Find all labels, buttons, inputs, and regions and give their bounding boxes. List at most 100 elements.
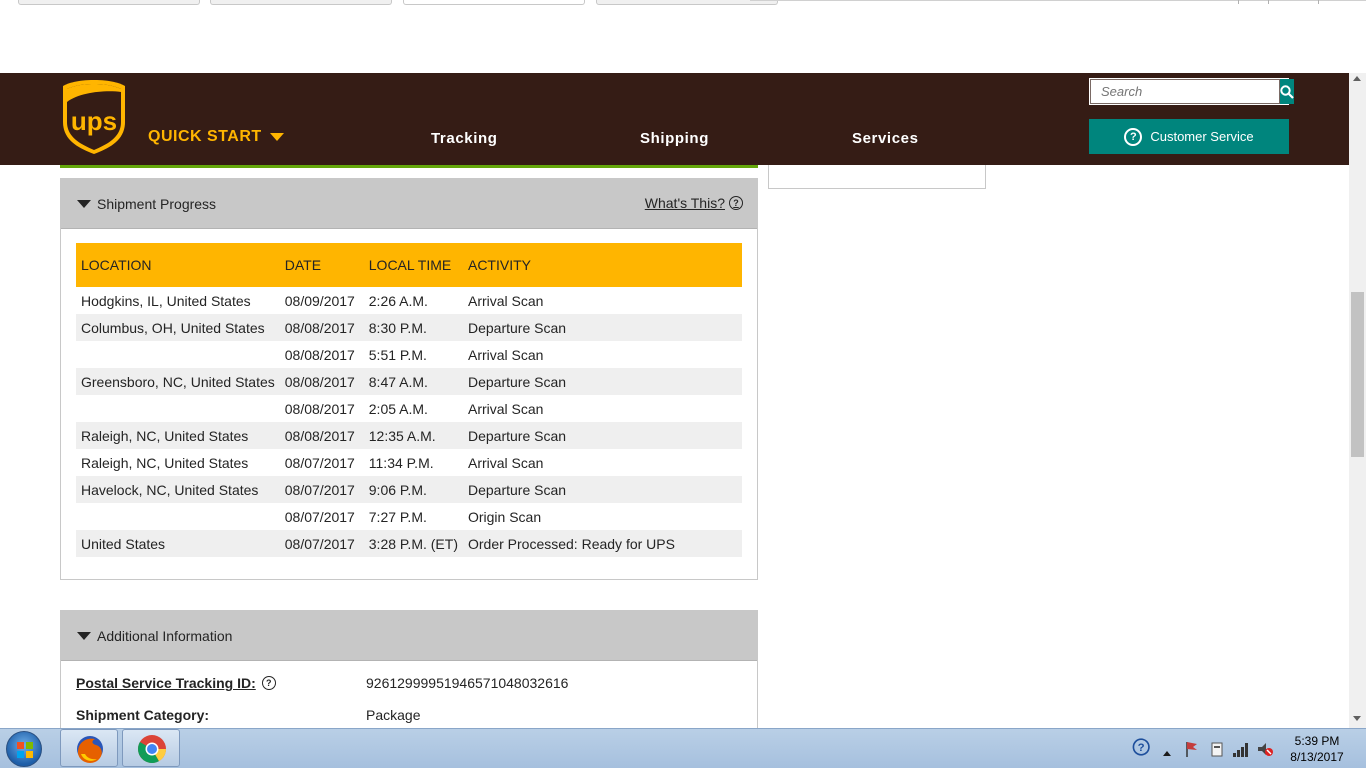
cell-date: 08/08/2017	[279, 368, 364, 395]
network-signal-icon[interactable]	[1232, 740, 1250, 758]
table-row: Raleigh, NC, United States 08/08/2017 12…	[76, 422, 742, 449]
browser-tab[interactable]	[210, 0, 392, 5]
nav-tracking[interactable]: Tracking	[431, 130, 498, 147]
scroll-up-arrow-icon[interactable]	[1353, 76, 1361, 81]
taskbar-firefox-button[interactable]	[60, 729, 118, 767]
cell-date: 08/07/2017	[284, 454, 355, 471]
cell-activity: Order Processed: Ready for UPS	[462, 530, 742, 557]
customer-service-button[interactable]: ? Customer Service	[1089, 119, 1289, 154]
cell-activity: Origin Scan	[467, 508, 542, 525]
cell-activity: Departure Scan	[462, 368, 742, 395]
additional-info-header[interactable]: Additional Information	[61, 611, 757, 661]
sidebar-box	[768, 165, 986, 189]
quick-start-menu[interactable]: QUICK START	[148, 128, 284, 146]
shipment-category-row: Shipment Category: Package	[76, 707, 420, 723]
additional-info-panel: Additional Information Postal Service Tr…	[60, 610, 758, 728]
cell-date: 08/08/2017	[279, 422, 364, 449]
cell-time: 7:27 P.M.	[368, 508, 427, 525]
cell-activity: Departure Scan	[462, 422, 742, 449]
table-row: 08/08/2017 2:05 A.M. Arrival Scan	[76, 395, 742, 422]
windows-logo-icon	[17, 742, 33, 758]
whats-this-link[interactable]: What's This? ?	[645, 195, 743, 211]
cell-time: 12:35 A.M.	[363, 422, 463, 449]
help-tray-icon[interactable]: ?	[1130, 738, 1154, 756]
scroll-down-arrow-icon[interactable]	[1353, 716, 1361, 721]
shipment-category-label: Shipment Category:	[76, 707, 366, 723]
window-control-divider	[1238, 0, 1239, 4]
postal-tracking-label-text: Postal Service Tracking ID:	[76, 675, 256, 691]
cell-location: Raleigh, NC, United States	[81, 454, 249, 471]
cell-date: 08/09/2017	[284, 292, 355, 309]
cell-location: Raleigh, NC, United States	[76, 422, 280, 449]
device-tray-icon[interactable]	[1209, 740, 1225, 758]
volume-muted-icon[interactable]	[1256, 740, 1274, 758]
customer-service-label: Customer Service	[1150, 129, 1254, 144]
cell-location	[76, 395, 280, 422]
column-header-date: DATE	[279, 243, 364, 287]
ups-logo-icon[interactable]: ups	[60, 78, 128, 156]
table-row: United States 08/07/2017 3:28 P.M. (ET) …	[76, 530, 742, 557]
cell-date: 08/07/2017	[279, 530, 364, 557]
cell-location: United States	[76, 530, 280, 557]
nav-services[interactable]: Services	[852, 130, 919, 147]
cell-date: 08/08/2017	[279, 314, 364, 341]
table-row: Greensboro, NC, United States 08/08/2017…	[76, 368, 742, 395]
firefox-icon	[77, 736, 103, 763]
cell-time: 11:34 P.M.	[368, 454, 434, 471]
search-input[interactable]	[1090, 79, 1280, 104]
svg-text:?: ?	[1138, 742, 1145, 754]
browser-top-area	[0, 0, 1366, 74]
browser-tab[interactable]	[18, 0, 200, 5]
cell-activity: Departure Scan	[462, 476, 742, 503]
search-box	[1089, 78, 1294, 105]
window-control-divider	[1318, 0, 1319, 4]
quick-start-label: QUICK START	[148, 128, 262, 145]
collapse-triangle-icon	[77, 631, 91, 640]
postal-tracking-label[interactable]: Postal Service Tracking ID: ?	[76, 675, 366, 691]
clock-date: 8/13/2017	[1290, 750, 1344, 764]
nav-shipping[interactable]: Shipping	[640, 130, 709, 147]
whats-this-label: What's This?	[644, 195, 725, 211]
postal-tracking-row: Postal Service Tracking ID: ? 9261299995…	[76, 675, 568, 691]
help-icon[interactable]: ?	[261, 676, 276, 690]
browser-tab-active[interactable]	[403, 0, 585, 5]
cell-location	[76, 503, 280, 530]
cell-time: 5:51 P.M.	[368, 346, 427, 363]
cell-date: 08/08/2017	[284, 346, 355, 363]
shipment-category-label-text: Shipment Category:	[76, 707, 210, 723]
cell-activity: Arrival Scan	[467, 292, 544, 309]
chrome-icon	[138, 735, 166, 763]
action-center-flag-icon[interactable]	[1184, 740, 1200, 758]
column-header-local-time: LOCAL TIME	[363, 243, 463, 287]
shipment-category-value: Package	[366, 707, 421, 723]
cell-time: 2:05 A.M.	[368, 400, 428, 417]
caret-down-icon	[269, 133, 284, 141]
cell-time: 8:47 A.M.	[363, 368, 463, 395]
clock-time: 5:39 PM	[1294, 734, 1340, 748]
table-row: Hodgkins, IL, United States 08/09/2017 2…	[76, 287, 742, 314]
show-hidden-icons-icon[interactable]	[1162, 744, 1172, 762]
logo-text: ups	[71, 106, 117, 136]
windows-start-icon[interactable]	[6, 731, 42, 767]
table-row: Raleigh, NC, United States 08/07/2017 11…	[76, 449, 742, 476]
shipment-progress-panel: Shipment Progress What's This? ? LOCATIO…	[60, 178, 758, 580]
table-row: 08/08/2017 5:51 P.M. Arrival Scan	[76, 341, 742, 368]
taskbar-chrome-button[interactable]	[122, 729, 180, 767]
cell-time: 2:26 A.M.	[368, 292, 428, 309]
column-header-activity: ACTIVITY	[462, 243, 742, 287]
cell-activity: Arrival Scan	[467, 454, 544, 471]
header-accent-line	[60, 165, 758, 168]
browser-tab-strip	[0, 0, 780, 5]
search-button[interactable]	[1280, 79, 1294, 104]
clock[interactable]: 5:39 PM 8/13/2017	[1282, 733, 1352, 765]
scrollbar-thumb[interactable]	[1351, 292, 1364, 457]
question-icon: ?	[1124, 127, 1143, 146]
shipment-progress-header[interactable]: Shipment Progress What's This? ?	[61, 179, 757, 229]
cell-time: 3:28 P.M. (ET)	[363, 530, 463, 557]
postal-tracking-value: 92612999951946571048032616	[366, 675, 569, 691]
cell-time: 8:30 P.M.	[363, 314, 463, 341]
search-icon	[1280, 84, 1294, 99]
column-header-location: LOCATION	[76, 243, 280, 287]
cell-activity: Departure Scan	[462, 314, 742, 341]
browser-toolbar-edge	[750, 0, 1366, 1]
